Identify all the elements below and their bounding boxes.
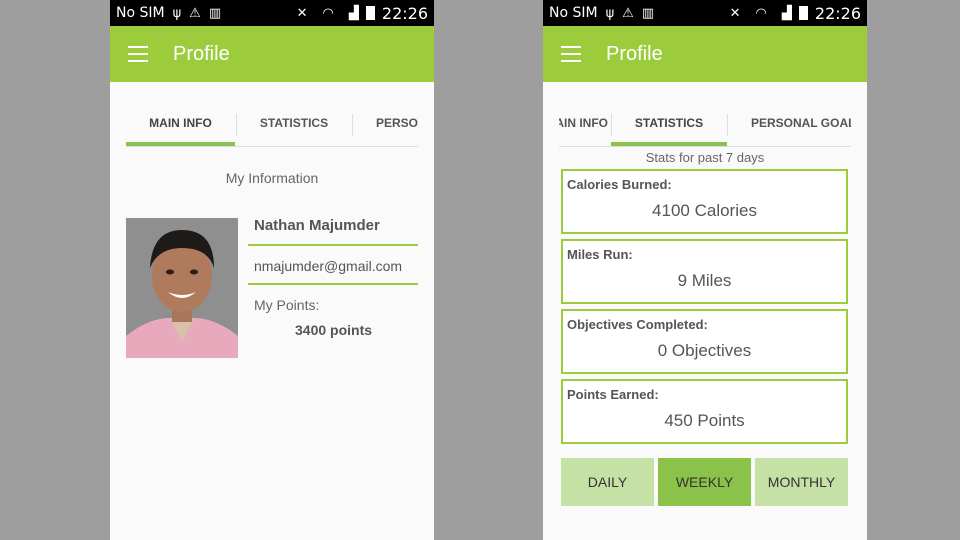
- tab-divider: [727, 114, 728, 136]
- mute-icon: ✕: [296, 5, 308, 21]
- stat-value: 9 Miles: [677, 271, 732, 290]
- points-value: 3400 points: [295, 322, 373, 338]
- profile-screen-main-info: No SIM ψ ⚠ ▥ ✕ ◠ ▟ 22:26 Profile MAIN IN…: [110, 0, 434, 540]
- avatar: [126, 218, 238, 358]
- carrier-label: No SIM: [549, 5, 598, 21]
- stat-card-miles: Miles Run: 9 Miles: [561, 239, 848, 304]
- tab-statistics[interactable]: STATISTICS: [237, 104, 351, 146]
- wifi-icon: ◠: [755, 5, 767, 21]
- points-label: My Points:: [254, 297, 320, 313]
- wifi-icon: ◠: [322, 5, 334, 21]
- signal-icon: ▟: [348, 5, 359, 21]
- barcode-icon: ▥: [641, 5, 655, 21]
- user-name: Nathan Majumder: [254, 217, 380, 234]
- section-title: My Information: [225, 170, 319, 186]
- stat-value: 450 Points: [664, 411, 745, 430]
- carrier-label: No SIM: [116, 5, 165, 21]
- usb-icon: ψ: [605, 5, 615, 21]
- monthly-button[interactable]: MONTHLY: [755, 458, 848, 506]
- tab-personal-goals[interactable]: PERSONAL GOALS: [751, 104, 851, 146]
- tab-main-info[interactable]: MAIN INFO: [126, 104, 235, 146]
- stat-label: Calories Burned:: [567, 177, 672, 192]
- page-title: Profile: [173, 42, 230, 65]
- stat-card-objectives: Objectives Completed: 0 Objectives: [561, 309, 848, 374]
- profile-screen-statistics: No SIM ψ ⚠ ▥ ✕ ◠ ▟ 22:26 Profile MAIN IN…: [543, 0, 867, 540]
- app-bar: Profile: [543, 26, 867, 82]
- hamburger-menu-icon[interactable]: [128, 46, 150, 62]
- divider: [248, 244, 418, 246]
- stats-subtitle: Stats for past 7 days: [645, 150, 765, 165]
- stat-label: Miles Run:: [567, 247, 633, 262]
- clock: 22:26: [381, 3, 428, 23]
- tab-statistics[interactable]: STATISTICS: [611, 104, 727, 146]
- tab-main-info[interactable]: MAIN INFO: [559, 104, 618, 146]
- daily-button[interactable]: DAILY: [561, 458, 654, 506]
- signal-icon: ▟: [781, 5, 792, 21]
- weekly-button[interactable]: WEEKLY: [658, 458, 751, 506]
- page-title: Profile: [606, 42, 663, 65]
- stat-value: 0 Objectives: [657, 341, 752, 360]
- battery-icon: [365, 6, 375, 20]
- barcode-icon: ▥: [208, 5, 222, 21]
- stat-card-calories: Calories Burned: 4100 Calories: [561, 169, 848, 234]
- tab-divider: [352, 114, 353, 136]
- stat-label: Objectives Completed:: [567, 317, 708, 332]
- warning-icon: ⚠: [622, 5, 634, 21]
- warning-icon: ⚠: [189, 5, 201, 21]
- stat-label: Points Earned:: [567, 387, 659, 402]
- stat-card-points: Points Earned: 450 Points: [561, 379, 848, 444]
- usb-icon: ψ: [172, 5, 182, 21]
- hamburger-menu-icon[interactable]: [561, 46, 583, 62]
- tab-bar: MAIN INFO STATISTICS PERSONAL GOALS: [559, 104, 851, 147]
- tab-bar: MAIN INFO STATISTICS PERSONAL GOALS: [126, 104, 418, 147]
- status-bar: No SIM ψ ⚠ ▥ ✕ ◠ ▟ 22:26: [543, 0, 867, 26]
- mute-icon: ✕: [729, 5, 741, 21]
- app-bar: Profile: [110, 26, 434, 82]
- stat-value: 4100 Calories: [652, 201, 757, 220]
- clock: 22:26: [814, 3, 861, 23]
- status-bar: No SIM ψ ⚠ ▥ ✕ ◠ ▟ 22:26: [110, 0, 434, 26]
- user-email: nmajumder@gmail.com: [254, 258, 403, 274]
- tab-personal-goals[interactable]: PERSONAL GOALS: [376, 104, 418, 146]
- divider: [248, 283, 418, 285]
- battery-icon: [798, 6, 808, 20]
